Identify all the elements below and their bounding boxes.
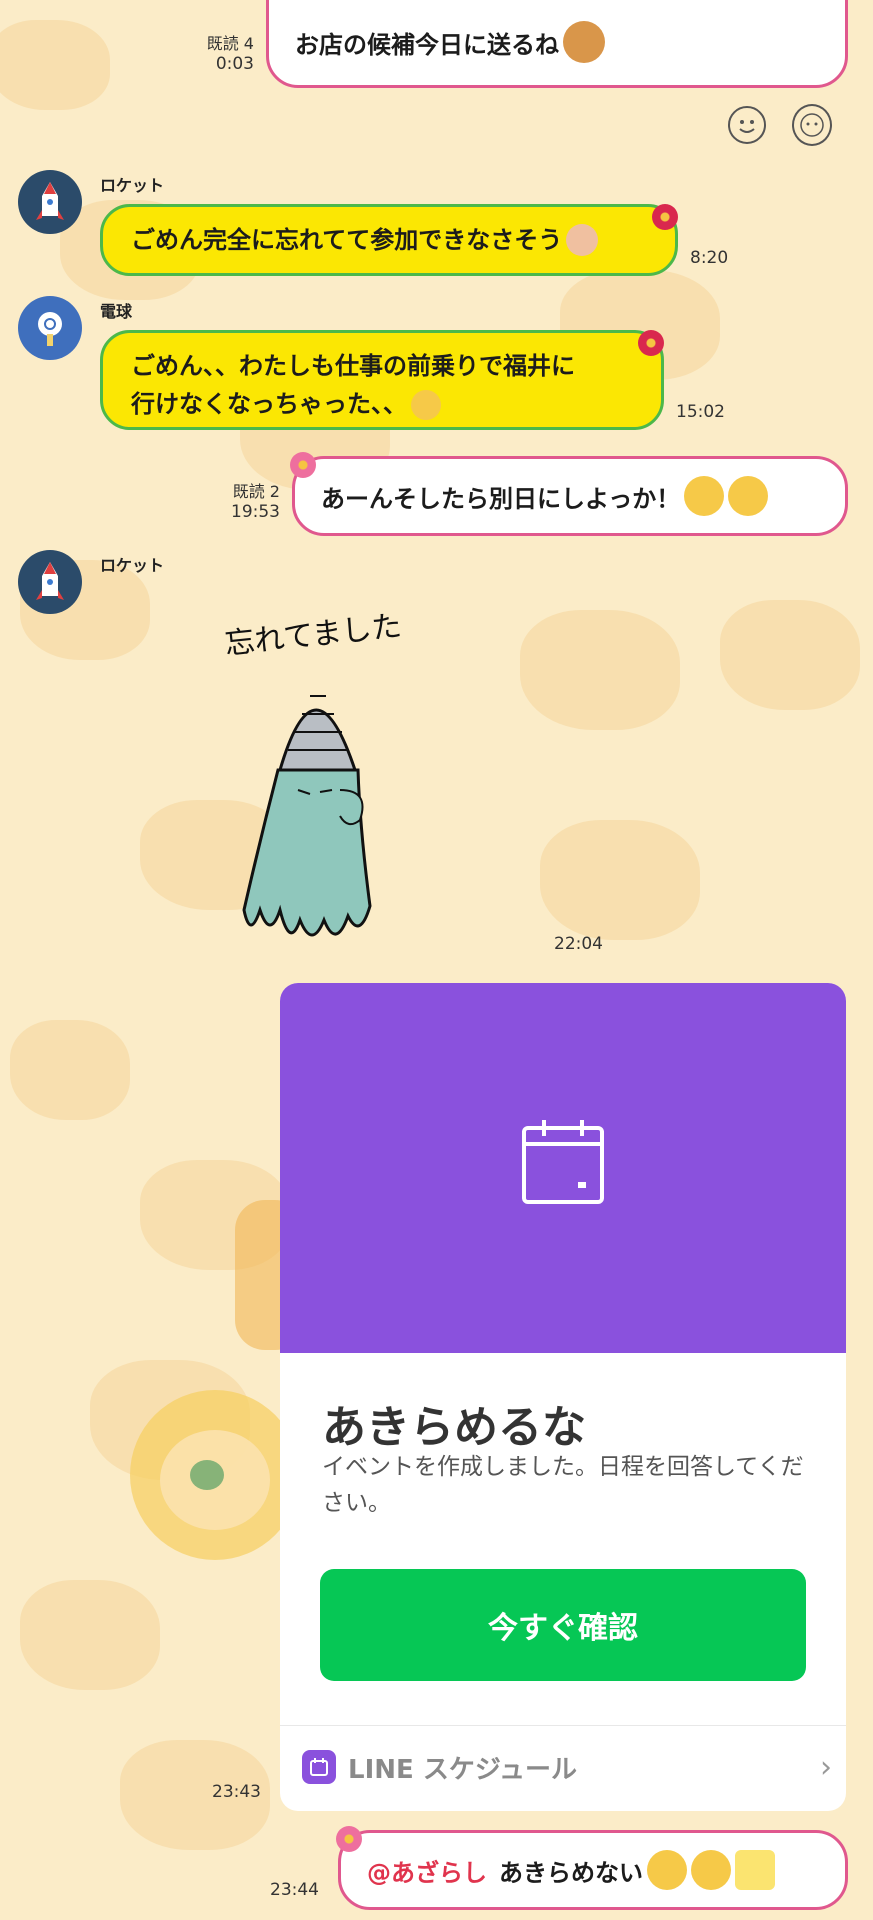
sender-name: ロケット [100, 176, 165, 195]
message-bubble-incoming[interactable]: ごめん完全に忘れてて参加できなさそう [100, 204, 678, 276]
message-time: 23:43 [212, 1782, 261, 1802]
rocket-avatar-icon[interactable] [18, 550, 82, 614]
sad-emoji-icon [684, 476, 725, 516]
sender-name: 電球 [100, 302, 133, 321]
schedule-icon [302, 1750, 336, 1784]
event-description: イベントを作成しました。日程を回答してください。 [322, 1454, 804, 1516]
calendar-icon [522, 1120, 604, 1204]
message-time: 22:04 [554, 934, 603, 954]
message-bubble-incoming[interactable]: ごめん、、わたしも仕事の前乗りで福井に 行けなくなっちゃった、、 [100, 330, 664, 430]
event-title: あきらめるな [322, 1402, 586, 1453]
crying-emoji-icon [411, 390, 441, 420]
sparkles-icon [735, 1850, 775, 1890]
message-time: 23:44 [270, 1880, 319, 1900]
message-time: 8:20 [690, 248, 729, 268]
bear-sticker-icon[interactable] [792, 104, 832, 146]
read-receipt: 既読 2 19:53 [231, 482, 280, 522]
message-text-line: ごめん、、わたしも仕事の前乗りで福井に [131, 352, 575, 380]
sad-emoji-icon [728, 476, 769, 516]
message-text: あきらめない [499, 1858, 643, 1887]
read-receipt: 既読 4 0:03 [206, 34, 254, 74]
footer-label: LINE スケジュール [348, 1754, 577, 1785]
sticker[interactable]: 忘れてました [220, 600, 430, 960]
flower-decoration [638, 330, 664, 356]
princess-emoji-icon [566, 224, 599, 256]
emoji-icon [691, 1850, 731, 1890]
flower-decoration [290, 452, 316, 478]
flower-decoration [652, 204, 678, 230]
message-bubble-outgoing[interactable]: @あざらし あきらめない [338, 1830, 848, 1910]
message-time: 15:02 [676, 402, 725, 422]
divider [280, 1725, 846, 1726]
confirm-now-button[interactable]: 今すぐ確認 [320, 1569, 806, 1681]
event-card-header [280, 983, 846, 1353]
sender-name: ロケット [100, 556, 165, 575]
donut-emoji-icon [563, 21, 605, 63]
message-text-line: 行けなくなっちゃった、、 [131, 385, 633, 423]
event-card[interactable]: あきらめるな イベントを作成しました。日程を回答してください。 今すぐ確認 LI… [280, 983, 846, 1811]
message-text: お店の候補今日に送るね [295, 30, 559, 59]
line-schedule-link[interactable]: LINE スケジュール › [302, 1739, 832, 1795]
message-bubble-outgoing[interactable]: あーんそしたら別日にしよっか！ [292, 456, 848, 536]
message-bubble-outgoing[interactable]: お店の候補今日に送るね [266, 0, 848, 88]
emoji-icon [647, 1850, 687, 1890]
flower-decoration [336, 1826, 362, 1852]
rocket-avatar-icon[interactable] [18, 170, 82, 234]
bulb-avatar-icon[interactable] [18, 296, 82, 360]
message-text: ごめん完全に忘れてて参加できなさそう [131, 226, 563, 254]
mention[interactable]: @あざらし [367, 1853, 487, 1888]
smile-icon[interactable] [728, 106, 766, 144]
message-text: あーんそしたら別日にしよっか！ [321, 484, 681, 513]
chevron-right-icon: › [820, 1749, 832, 1785]
